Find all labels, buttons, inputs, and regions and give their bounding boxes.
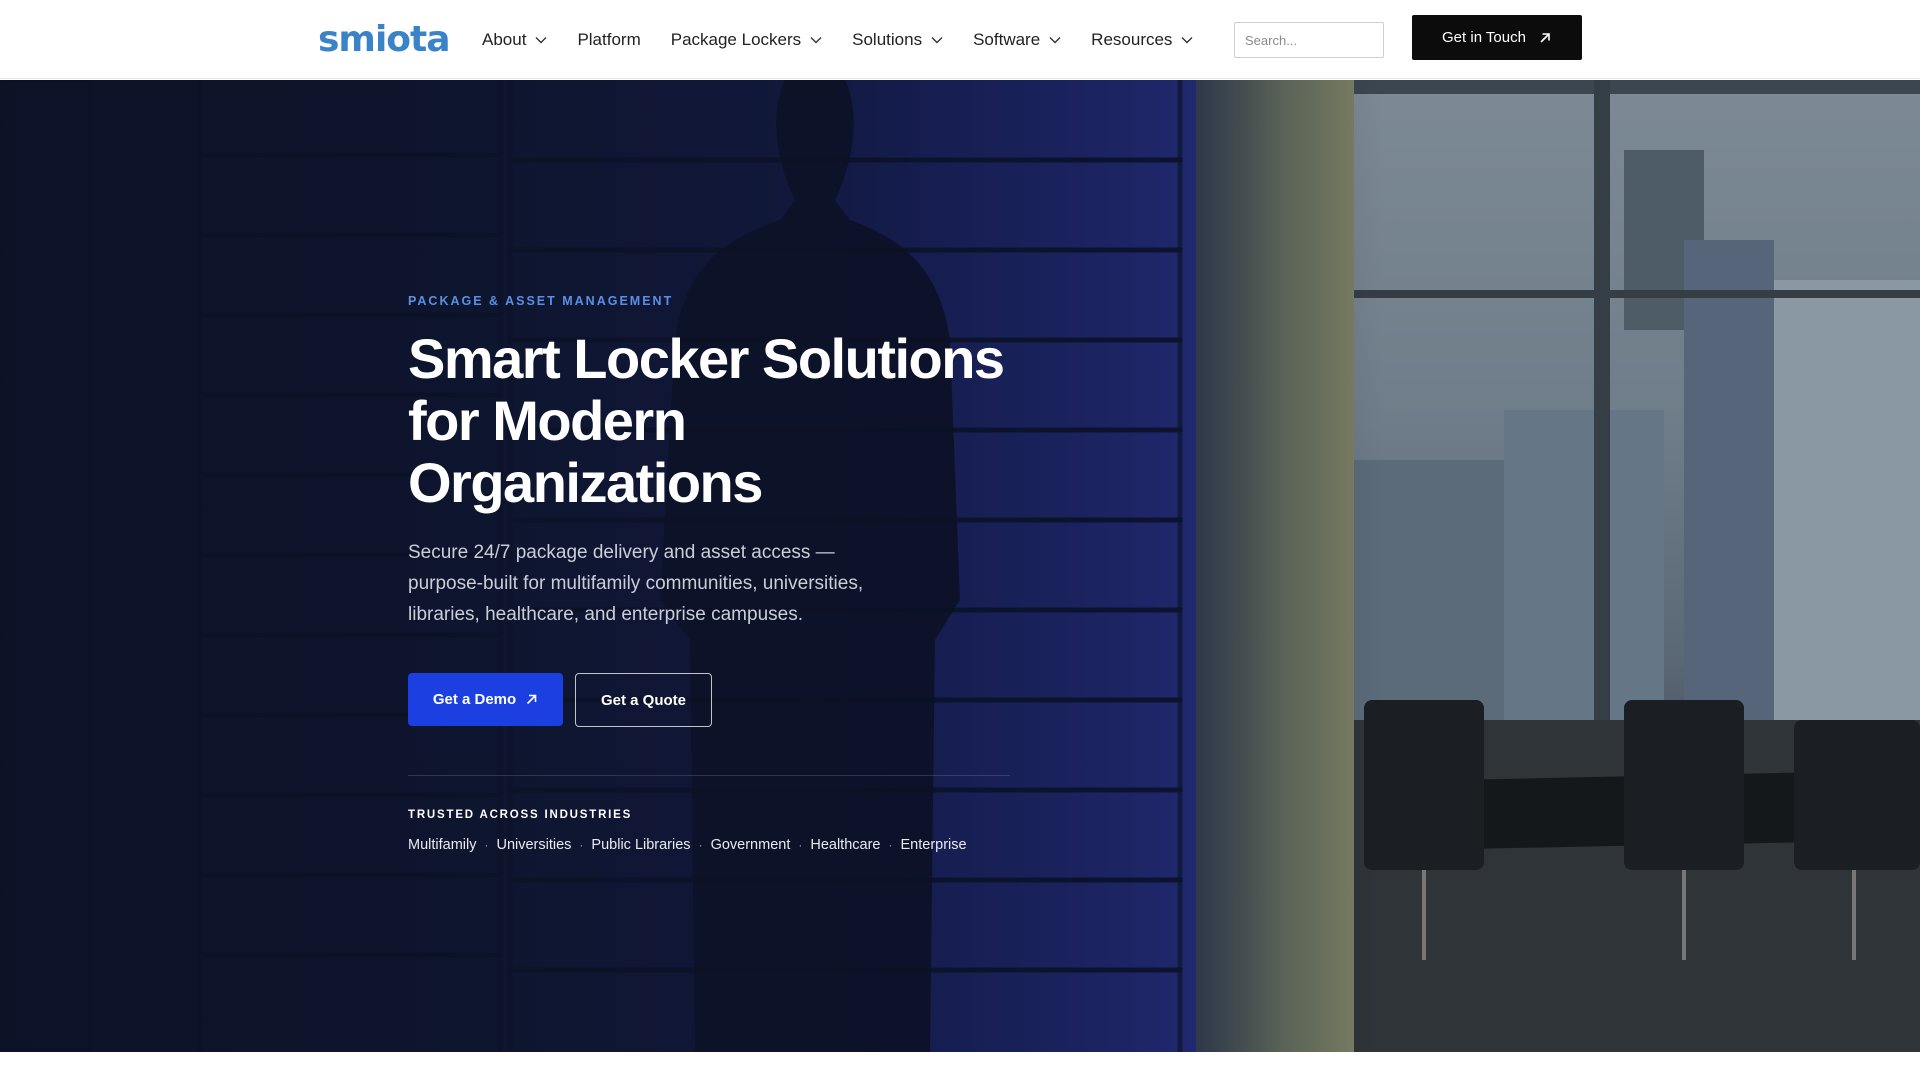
trusted-title: TRUSTED ACROSS INDUSTRIES [408,809,633,821]
main-nav: About Platform Package Lockers Solutions… [482,28,1223,52]
hero-dark-overlay [0,80,1920,1052]
nav-item-about[interactable]: About [482,28,547,52]
industry-item: Healthcare [810,837,881,853]
nav-item-label: Package Lockers [670,30,802,49]
separator-dot: · [579,838,584,852]
nav-item-package-lockers[interactable]: Package Lockers [671,28,822,52]
nav-item-software[interactable]: Software [973,28,1061,52]
industry-item: Multifamily [408,837,477,853]
arrow-up-right-icon [527,694,537,705]
get-a-demo-label: Get a Demo [432,691,517,708]
get-in-touch-button[interactable]: Get in Touch [1412,15,1582,60]
industry-item: Universities [496,837,572,853]
nav-item-label: About [482,30,527,49]
chevron-down-icon [1049,37,1061,44]
hero-headline: Smart Locker Solutions for Modern Organi… [408,327,1005,514]
get-a-demo-button[interactable]: Get a Demo [408,673,563,726]
chevron-down-icon [810,37,822,44]
industry-item: Government [710,837,791,853]
hero-section: PACKAGE & ASSET MANAGEMENT Smart Locker … [0,80,1920,1052]
nav-item-resources[interactable]: Resources [1091,28,1193,52]
nav-item-solutions[interactable]: Solutions [852,28,943,52]
industry-item: Enterprise [900,837,967,853]
hero-subtext: Secure 24/7 package delivery and asset a… [408,542,864,625]
nav-item-platform[interactable]: Platform [577,28,640,52]
nav-item-label: Platform [577,30,641,49]
chevron-down-icon [535,37,547,44]
arrow-up-right-icon [1540,32,1550,43]
separator-dot: · [888,838,893,852]
search-input[interactable] [1234,22,1384,58]
separator-dot: · [698,838,703,852]
hero-divider [408,775,1010,776]
hero-eyebrow: PACKAGE & ASSET MANAGEMENT [408,294,674,308]
industry-item: Public Libraries [591,837,691,853]
get-a-quote-button[interactable]: Get a Quote [575,673,712,727]
get-in-touch-label: Get in Touch [1442,29,1526,46]
chevron-down-icon [931,37,943,44]
smiota-logo[interactable]: smiota [318,20,451,60]
get-a-quote-label: Get a Quote [600,691,686,709]
nav-item-label: Software [973,30,1041,49]
nav-item-label: Resources [1091,30,1173,49]
separator-dot: · [798,838,803,852]
industries-list: Multifamily · Universities · Public Libr… [408,837,967,853]
nav-item-label: Solutions [852,30,923,49]
site-header: smiota About Platform Package Lockers So… [0,0,1920,79]
separator-dot: · [484,838,489,852]
chevron-down-icon [1181,37,1193,44]
